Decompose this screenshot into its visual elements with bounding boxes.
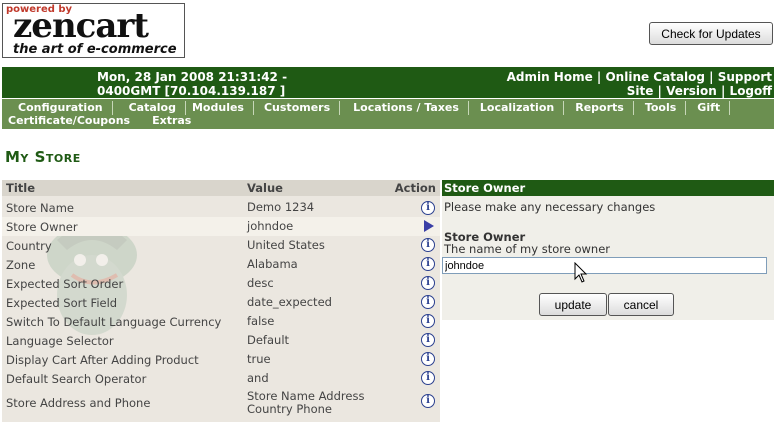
- row-value: johndoe: [247, 219, 294, 233]
- row-value: desc: [247, 276, 274, 290]
- row-title: Display Cart After Adding Product: [6, 353, 199, 367]
- header-datetime: Mon, 28 Jan 2008 21:31:42 - 0400GMT [70.…: [97, 70, 287, 98]
- edit-panel-intro: Please make any necessary changes: [444, 200, 656, 214]
- table-row[interactable]: Switch To Default Language Currency fals…: [2, 312, 440, 331]
- info-icon[interactable]: i: [421, 352, 435, 366]
- store-owner-input[interactable]: [442, 257, 767, 274]
- row-title: Default Search Operator: [6, 372, 147, 386]
- row-title: Expected Sort Field: [6, 296, 118, 310]
- row-value: true: [247, 352, 271, 366]
- update-button[interactable]: update: [539, 293, 607, 316]
- header-links-line1[interactable]: Admin Home | Online Catalog | Support: [507, 70, 772, 84]
- row-title: Store Owner: [6, 220, 78, 234]
- row-value: Store Name Address Country Phone: [247, 389, 365, 416]
- info-icon[interactable]: i: [421, 394, 435, 408]
- edit-panel-heading-text: Store Owner: [444, 181, 526, 195]
- page-title: My Store: [5, 148, 81, 166]
- info-icon[interactable]: i: [421, 295, 435, 309]
- menu-gift[interactable]: Gift: [686, 101, 731, 115]
- configuration-table: Title Value Action Store Name Demo 1234 …: [2, 180, 440, 422]
- row-value: Demo 1234: [247, 200, 315, 214]
- table-row[interactable]: Default Search Operator and i: [2, 369, 440, 388]
- row-title: Expected Sort Order: [6, 277, 124, 291]
- info-icon[interactable]: i: [421, 238, 435, 252]
- table-row[interactable]: Store Name Demo 1234 i: [2, 199, 440, 217]
- column-title: Title: [6, 181, 36, 195]
- row-value: date_expected: [247, 295, 332, 309]
- table-header: Title Value Action: [2, 180, 440, 196]
- table-row[interactable]: Expected Sort Field date_expected i: [2, 293, 440, 312]
- row-value: Default: [247, 333, 290, 347]
- info-icon[interactable]: i: [421, 333, 435, 347]
- menu-modules[interactable]: Modules: [186, 101, 254, 115]
- row-title: Zone: [6, 258, 36, 272]
- table-row[interactable]: Language Selector Default i: [2, 331, 440, 350]
- arrow-right-icon: [424, 220, 434, 232]
- info-icon[interactable]: i: [421, 276, 435, 290]
- row-value: and: [247, 371, 269, 385]
- header-links[interactable]: Admin Home | Online Catalog | Support Si…: [507, 70, 772, 98]
- cancel-button[interactable]: cancel: [608, 293, 674, 316]
- menu-tools[interactable]: Tools: [634, 101, 687, 115]
- table-row[interactable]: Expected Sort Order desc i: [2, 274, 440, 293]
- menu-certificate-coupons[interactable]: Certificate/Coupons: [8, 114, 130, 128]
- main-menu-bar: Configuration Catalog Modules Customers …: [2, 99, 774, 129]
- info-icon[interactable]: i: [421, 371, 435, 385]
- row-value: false: [247, 314, 275, 328]
- zen-cart-logo[interactable]: powered by zencart the art of e-commerce: [2, 3, 185, 58]
- row-value: Alabama: [247, 257, 298, 271]
- row-title: Language Selector: [6, 334, 114, 348]
- header-links-line2[interactable]: Site | Version | Logoff: [507, 84, 772, 98]
- row-title: Country: [6, 239, 52, 253]
- menu-catalog[interactable]: Catalog: [113, 101, 186, 115]
- menu-customers[interactable]: Customers: [254, 101, 341, 115]
- column-action: Action: [394, 181, 436, 195]
- info-icon[interactable]: i: [421, 314, 435, 328]
- menu-localization[interactable]: Localization: [469, 101, 565, 115]
- column-value: Value: [247, 181, 283, 195]
- table-row[interactable]: Zone Alabama i: [2, 255, 440, 274]
- edit-panel-heading: Store Owner: [442, 180, 774, 196]
- header-datetime-line2: 0400GMT [70.104.139.187 ]: [97, 84, 286, 98]
- row-title: Store Address and Phone: [6, 396, 151, 410]
- field-description: The name of my store owner: [444, 242, 610, 256]
- info-icon[interactable]: i: [421, 257, 435, 271]
- menu-locations-taxes[interactable]: Locations / Taxes: [340, 101, 469, 115]
- row-value: United States: [247, 238, 325, 252]
- info-icon[interactable]: i: [421, 201, 435, 215]
- menu-extras[interactable]: Extras: [152, 114, 191, 128]
- logo-tagline: the art of e-commerce: [13, 42, 177, 57]
- menu-configuration[interactable]: Configuration: [2, 101, 113, 115]
- check-for-updates-button[interactable]: Check for Updates: [649, 22, 773, 45]
- table-row-selected[interactable]: Store Owner johndoe: [2, 217, 440, 236]
- row-title: Store Name: [6, 201, 74, 215]
- mouse-cursor-icon: [574, 262, 588, 283]
- admin-header-bar: Mon, 28 Jan 2008 21:31:42 - 0400GMT [70.…: [2, 67, 774, 98]
- logo-brand: zencart: [13, 6, 149, 46]
- table-row[interactable]: Country United States i: [2, 236, 440, 255]
- row-title: Switch To Default Language Currency: [6, 315, 222, 329]
- header-datetime-line1: Mon, 28 Jan 2008 21:31:42 -: [97, 70, 288, 84]
- menu-reports[interactable]: Reports: [564, 101, 634, 115]
- table-row[interactable]: Display Cart After Adding Product true i: [2, 350, 440, 369]
- table-row[interactable]: Store Address and Phone Store Name Addre…: [2, 388, 440, 418]
